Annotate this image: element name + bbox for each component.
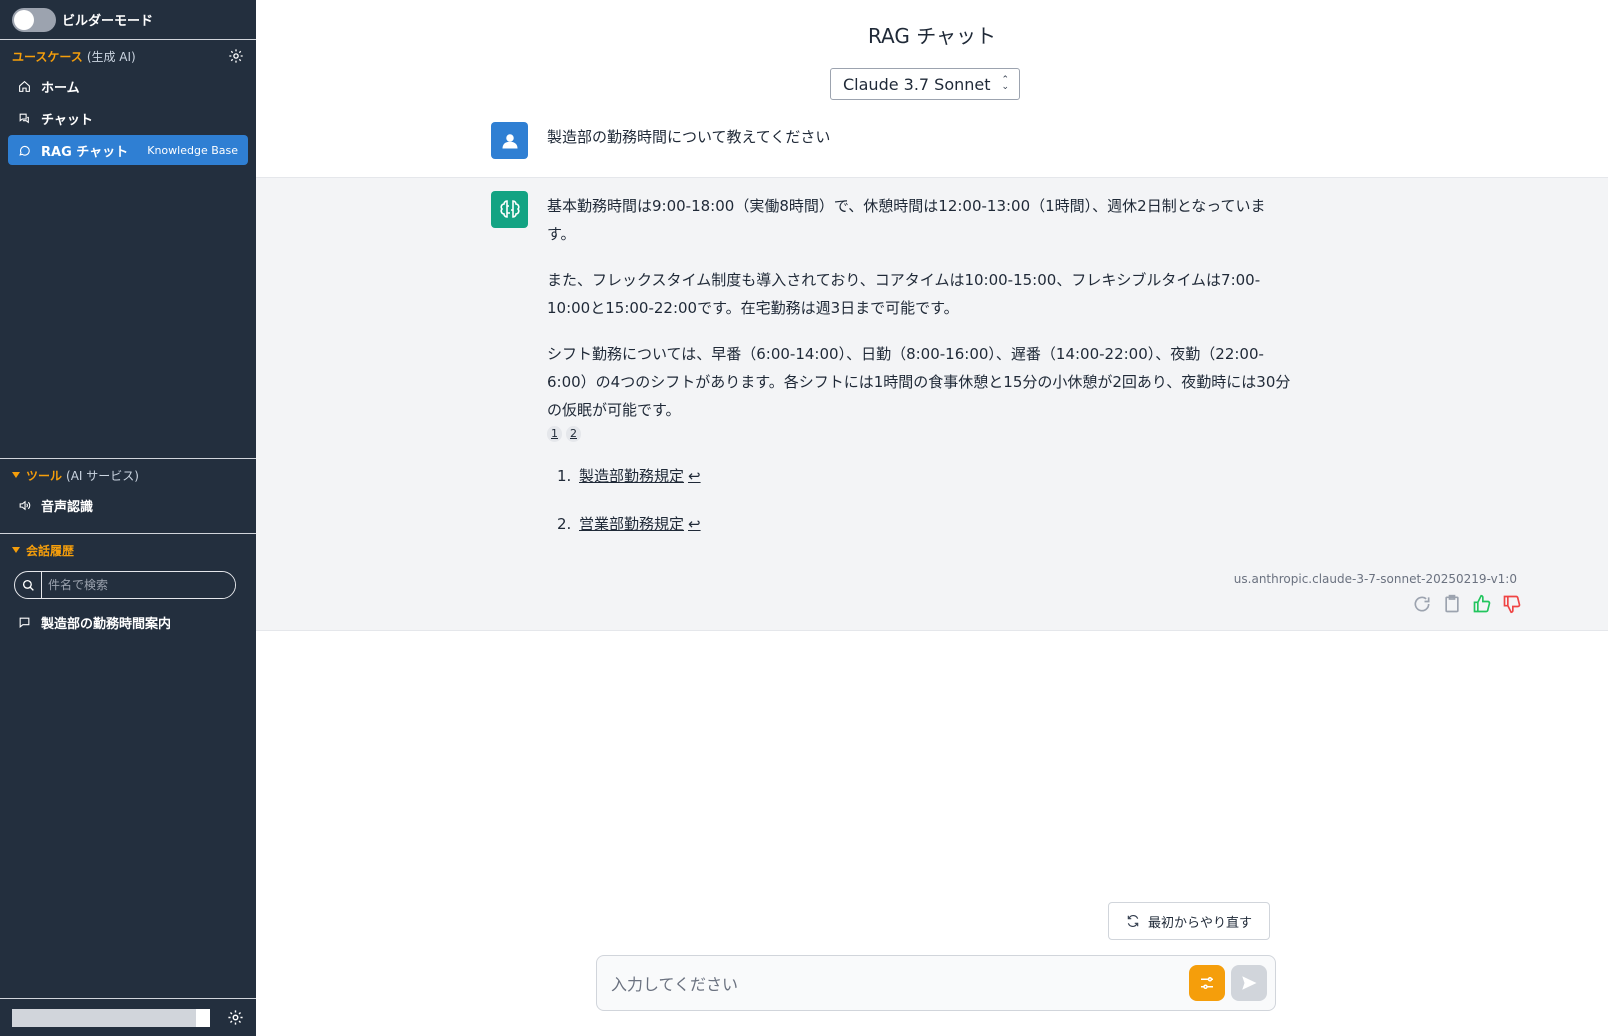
page-title: RAG チャット [867,24,997,48]
history-item[interactable]: 製造部の勤務時間案内 [8,607,248,637]
search-icon [15,579,41,592]
tools-section: ツール (AI サービス) 音声認識 [0,462,256,522]
send-icon [1242,976,1257,990]
usecase-header: ユースケース (生成 AI) [0,43,256,69]
citation-link[interactable]: 1 [547,426,562,442]
thumbs-up-icon[interactable] [1472,594,1492,614]
chat-input-bar [596,955,1276,1011]
history-title: 会話履歴 [26,543,75,558]
refresh-icon [1127,915,1139,927]
reset-chat-label: 最初からやり直す [1147,915,1252,931]
sidebar-item-label: ホーム [41,80,80,96]
sidebar-item-label: RAG チャット [41,144,129,160]
message-actions [1412,594,1522,614]
citation-link[interactable]: 2 [566,426,581,442]
assistant-paragraph: シフト勤務については、早番（6:00-14:00）、日勤（8:00-16:00）… [547,345,1291,419]
sidebar-item-label: 音声認識 [41,499,94,515]
thumbs-down-icon[interactable] [1502,594,1522,614]
chat-bubble-icon [19,617,30,628]
tools-subtitle: (AI サービス) [66,468,139,483]
brain-icon [499,199,520,218]
builder-mode-row: ビルダーモード [0,0,256,40]
sidebar-divider [0,533,256,534]
back-reference-link[interactable]: ↩ [688,462,701,490]
history-search [14,571,236,599]
caret-down-icon [12,547,20,553]
reference-list: 1. 製造部勤務規定 ↩ 2. 営業部勤務規定 ↩ [547,462,1293,538]
reset-chat-button[interactable]: 最初からやり直す [1108,902,1270,940]
app-root: ビルダーモード ユースケース (生成 AI) ホーム チャット RAG チャット… [0,0,1608,1036]
assistant-paragraph: また、フレックスタイム制度も導入されており、コアタイムは10:00-15:00、… [547,271,1261,317]
settings-button[interactable] [1189,965,1225,1001]
toggle-knob [14,9,34,30]
assistant-message: 基本勤務時間は9:00-18:00（実働8時間）で、休憩時間は12:00-13:… [256,177,1608,631]
person-icon [502,133,517,148]
assistant-avatar [491,191,528,228]
sidebar-item-rag-chat[interactable]: RAG チャット Knowledge Base [8,135,248,165]
builder-mode-toggle[interactable] [12,7,56,32]
tools-title: ツール [26,468,63,483]
back-reference-link[interactable]: ↩ [688,510,701,538]
clipboard-icon[interactable] [1442,594,1462,614]
chat-bubbles-icon [19,113,29,123]
citation-badges: 1 2 [547,426,1293,442]
model-id-label: us.anthropic.claude-3-7-sonnet-20250219-… [1233,572,1517,586]
sidebar-item-label: チャット [41,112,93,128]
reference-item: 1. 製造部勤務規定 ↩ [557,462,1293,490]
tools-header[interactable]: ツール (AI サービス) [0,462,256,488]
assistant-message-content: 基本勤務時間は9:00-18:00（実働8時間）で、休憩時間は12:00-13:… [547,192,1293,558]
builder-mode-label: ビルダーモード [62,14,154,29]
sliders-icon [1201,977,1213,989]
home-icon [19,80,30,92]
assistant-paragraph: 基本勤務時間は9:00-18:00（実働8時間）で、休憩時間は12:00-13:… [547,197,1266,243]
speaker-icon [19,500,31,510]
caret-down-icon [12,472,20,478]
history-search-input[interactable] [41,572,235,598]
knowledge-base-badge: Knowledge Base [147,143,238,157]
history-item-label: 製造部の勤務時間案内 [41,616,172,632]
sidebar-divider [0,458,256,459]
send-button[interactable] [1231,965,1267,1001]
user-message-text: 製造部の勤務時間について教えてください [547,128,831,146]
sidebar-footer [0,998,256,1036]
history-header[interactable]: 会話履歴 [0,537,256,563]
usecase-subtitle: (生成 AI) [86,49,136,64]
gear-icon[interactable] [228,48,244,64]
sidebar-item-speech-recognition[interactable]: 音声認識 [8,490,248,520]
reference-link[interactable]: 製造部勤務規定 [579,462,684,490]
reference-link[interactable]: 営業部勤務規定 [579,510,684,538]
history-section: 会話履歴 製造部の勤務時間案内 [0,537,256,639]
sidebar-item-home[interactable]: ホーム [8,71,248,101]
reference-number: 2. [557,515,572,533]
chevron-up-down-icon: ⌃ ⌄ [1001,75,1009,92]
chat-circle-icon [19,145,30,156]
sidebar-item-chat[interactable]: チャット [8,103,248,133]
reference-item: 2. 営業部勤務規定 ↩ [557,510,1293,538]
sidebar: ビルダーモード ユースケース (生成 AI) ホーム チャット RAG チャット… [0,0,256,1036]
usecase-title: ユースケース [12,49,83,64]
gear-icon[interactable] [227,1009,244,1026]
model-select-value: Claude 3.7 Sonnet [843,74,991,94]
user-email-redacted [12,1008,210,1027]
regenerate-icon[interactable] [1412,594,1432,614]
user-avatar [491,122,528,159]
chat-input[interactable] [611,971,1183,995]
model-select[interactable]: Claude 3.7 Sonnet ⌃ ⌄ [830,68,1020,100]
reference-number: 1. [557,467,572,485]
main-panel: RAG チャット Claude 3.7 Sonnet ⌃ ⌄ 製造部の勤務時間につ… [256,0,1608,1036]
